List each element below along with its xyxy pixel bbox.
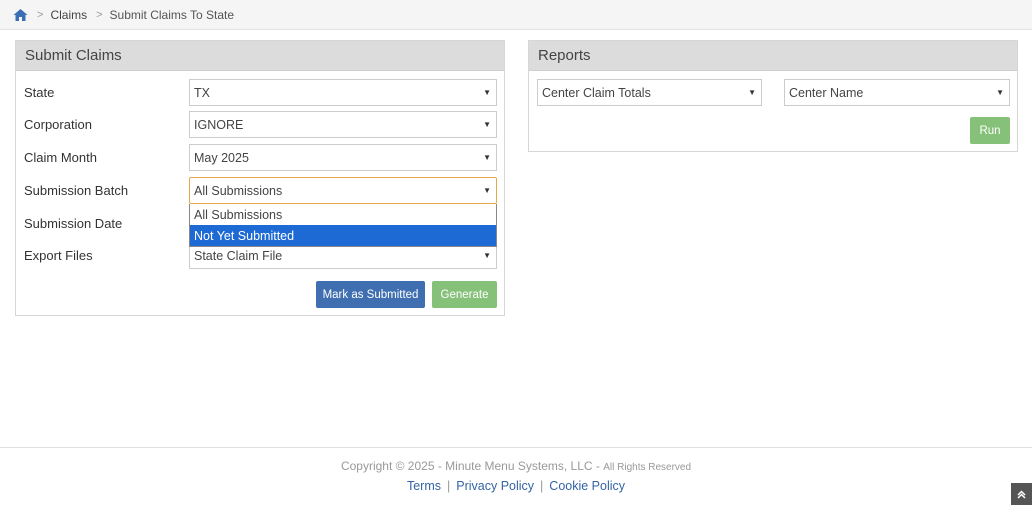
claim-month-select[interactable]: May 2025 ▼ xyxy=(189,144,497,171)
report-sort-value: Center Name xyxy=(789,85,864,100)
corporation-value: IGNORE xyxy=(194,117,244,132)
caret-down-icon: ▼ xyxy=(483,251,491,260)
panel-title: Submit Claims xyxy=(16,41,504,71)
chevron-right-icon: > xyxy=(37,8,44,21)
reports-panel: Reports Center Claim Totals ▼ Center Nam… xyxy=(528,40,1018,152)
claim-month-row: Claim Month May 2025 ▼ xyxy=(16,144,504,171)
submission-batch-dropdown: All Submissions Not Yet Submitted xyxy=(189,204,497,247)
state-label: State xyxy=(24,85,55,100)
report-type-select[interactable]: Center Claim Totals ▼ xyxy=(537,79,762,106)
state-row: State TX ▼ xyxy=(16,79,504,106)
run-button[interactable]: Run xyxy=(970,117,1010,144)
state-select[interactable]: TX ▼ xyxy=(189,79,497,106)
caret-down-icon: ▼ xyxy=(483,186,491,195)
corporation-select[interactable]: IGNORE ▼ xyxy=(189,111,497,138)
corporation-label: Corporation xyxy=(24,117,92,132)
corporation-row: Corporation IGNORE ▼ xyxy=(16,111,504,138)
footer: Copyright © 2025 - Minute Menu Systems, … xyxy=(0,447,1032,505)
submission-batch-select[interactable]: All Submissions ▼ xyxy=(189,177,497,204)
report-type-value: Center Claim Totals xyxy=(542,85,651,100)
claim-month-label: Claim Month xyxy=(24,150,97,165)
scroll-to-top-button[interactable] xyxy=(1011,483,1032,505)
caret-down-icon: ▼ xyxy=(483,88,491,97)
export-files-value: State Claim File xyxy=(194,248,283,263)
submission-batch-value: All Submissions xyxy=(194,183,283,198)
batch-option-not-yet-submitted[interactable]: Not Yet Submitted xyxy=(190,225,496,246)
copyright-text: Copyright © 2025 - Minute Menu Systems, … xyxy=(340,459,600,473)
rights-text: All Rights Reserved xyxy=(603,462,692,473)
privacy-policy-link[interactable]: Privacy Policy xyxy=(456,479,534,493)
terms-link[interactable]: Terms xyxy=(407,479,441,493)
batch-option-all[interactable]: All Submissions xyxy=(190,204,496,225)
breadcrumb: > Claims > Submit Claims To State xyxy=(0,0,1032,30)
panel-title: Reports xyxy=(529,41,1017,71)
copyright: Copyright © 2025 - Minute Menu Systems, … xyxy=(0,459,1032,473)
generate-button[interactable]: Generate xyxy=(432,281,497,308)
breadcrumb-claims[interactable]: Claims xyxy=(50,8,87,22)
footer-links: Terms | Privacy Policy | Cookie Policy xyxy=(406,479,626,493)
caret-down-icon: ▼ xyxy=(483,153,491,162)
export-files-label: Export Files xyxy=(24,248,93,263)
caret-down-icon: ▼ xyxy=(748,88,756,97)
submission-batch-label: Submission Batch xyxy=(24,183,129,198)
double-chevron-up-icon xyxy=(1017,489,1026,499)
breadcrumb-current: Submit Claims To State xyxy=(109,7,235,22)
mark-as-submitted-button[interactable]: Mark as Submitted xyxy=(316,281,425,308)
cookie-policy-link[interactable]: Cookie Policy xyxy=(549,479,625,493)
state-value: TX xyxy=(194,85,210,100)
caret-down-icon: ▼ xyxy=(483,120,491,129)
report-sort-select[interactable]: Center Name ▼ xyxy=(784,79,1010,106)
chevron-right-icon: > xyxy=(96,8,103,21)
submit-claims-panel: Submit Claims State TX ▼ Corporation IGN… xyxy=(15,40,505,316)
home-icon[interactable] xyxy=(13,8,28,22)
caret-down-icon: ▼ xyxy=(996,88,1004,97)
submission-date-label: Submission Date xyxy=(24,216,123,231)
claim-month-value: May 2025 xyxy=(194,150,249,165)
submission-batch-row: Submission Batch All Submissions ▼ xyxy=(16,177,504,204)
